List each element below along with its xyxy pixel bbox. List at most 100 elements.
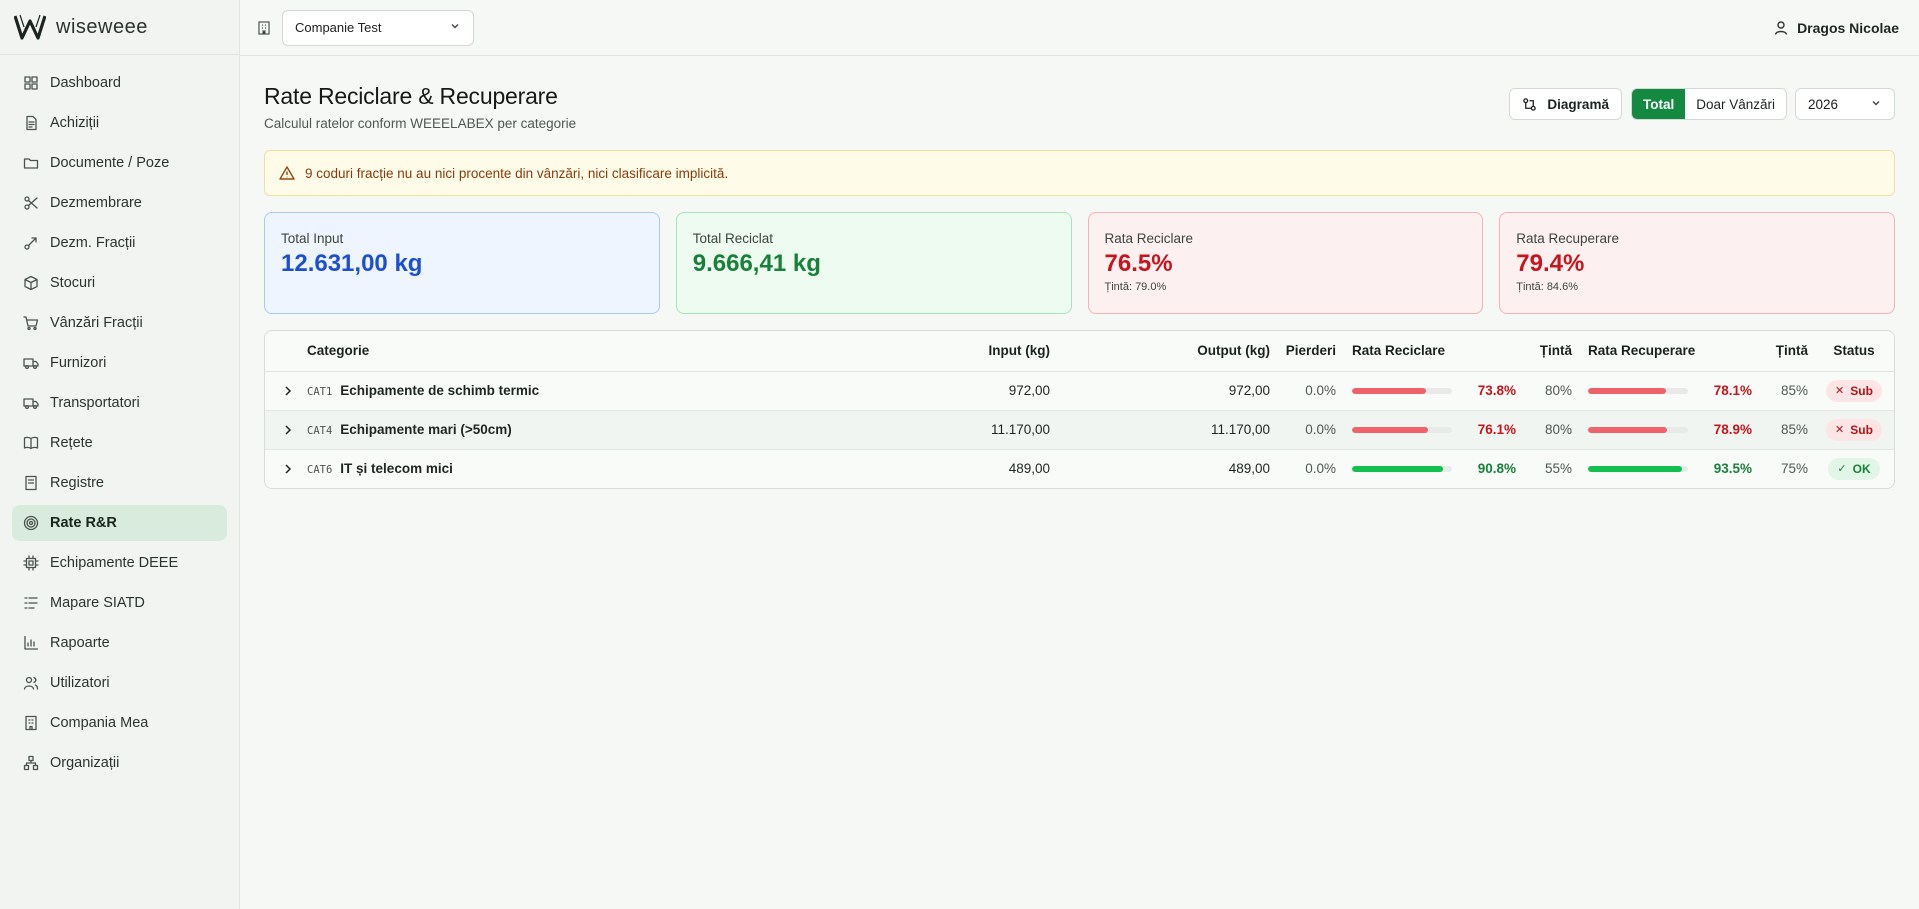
box-icon [22, 274, 40, 292]
recycling-target-value: 80% [1522, 371, 1578, 411]
sidebar-item-dezmembrare[interactable]: Dezmembrare [12, 185, 227, 221]
losses-column-header: Pierderi [1276, 331, 1342, 372]
category-code: CAT1 [307, 386, 333, 398]
sidebar-item-organizatii[interactable]: Organizații [12, 745, 227, 781]
sidebar-item-label: Utilizatori [50, 675, 110, 691]
scissors-icon [22, 194, 40, 212]
recovery-rate-value: 78.9% [1702, 410, 1758, 450]
output-value: 11.170,00 [1056, 410, 1276, 450]
user-name: Dragos Nicolae [1797, 19, 1899, 36]
table-row[interactable]: CAT1 Echipamente de schimb termic 972,00 97… [265, 371, 1894, 411]
table-header-row: Categorie Input (kg) Output (kg) Pierder… [265, 331, 1894, 372]
category-code: CAT6 [307, 464, 333, 477]
recovery-target-value: 85% [1758, 410, 1814, 450]
recycling-rate-bar-fill [1352, 465, 1443, 472]
list-icon [22, 594, 40, 612]
sidebar-item-label: Organizații [50, 755, 120, 771]
logo-icon [14, 12, 50, 42]
sidebar-item-rapoarte[interactable]: Rapoarte [12, 625, 227, 661]
card-target: Țintă: 79.0% [1104, 281, 1167, 293]
chevron-right-icon[interactable] [281, 462, 295, 476]
target-column-header: Țintă [1758, 331, 1814, 372]
company-select-value: Companie Test [295, 20, 382, 35]
recycling-pct-column-header [1466, 331, 1522, 372]
network-icon [22, 754, 40, 772]
building-icon [22, 714, 40, 732]
losses-value: 0.0% [1305, 461, 1336, 477]
recycling-rate-value: 90.8% [1477, 461, 1516, 477]
sidebar-item-retete[interactable]: Rețete [12, 425, 227, 461]
sidebar-item-dezm-fractii[interactable]: Dezm. Fracții [12, 225, 227, 261]
sidebar-item-label: Furnizori [50, 355, 107, 371]
card-value: 12.631,00 kg [281, 250, 423, 277]
sidebar-item-vanzari-fractii[interactable]: Vânzări Fracții [12, 305, 227, 341]
split-icon [22, 234, 40, 252]
recycling-rate-value: 73.8% [1466, 371, 1522, 411]
sidebar-item-rate-r-r[interactable]: Rate R&R [12, 505, 227, 541]
sidebar-item-furnizori[interactable]: Furnizori [12, 345, 227, 381]
recovery-rate-bar-fill [1588, 465, 1682, 472]
sidebar-item-label: Dezm. Fracții [50, 235, 136, 251]
table-row[interactable]: CAT4 Echipamente mari (>50cm) 11.170,00 11.… [265, 410, 1894, 450]
sales-only-toggle[interactable]: Doar Vânzări [1685, 89, 1786, 119]
company-select[interactable]: Companie Test [282, 9, 474, 46]
year-select-value: 2026 [1808, 96, 1839, 112]
target-icon [22, 514, 40, 532]
truck-icon [22, 354, 40, 372]
rates-table: Categorie Input (kg) Output (kg) Pierder… [264, 330, 1895, 489]
sidebar-item-achizitii[interactable]: Achiziții [12, 105, 227, 141]
sidebar-item-label: Registre [50, 475, 104, 491]
diagram-button[interactable]: Diagramă [1509, 88, 1622, 120]
chevron-right-icon[interactable] [281, 423, 295, 437]
sidebar-item-stocuri[interactable]: Stocuri [12, 265, 227, 301]
sidebar-item-dashboard[interactable]: Dashboard [12, 65, 227, 101]
sidebar-item-mapare-siatd[interactable]: Mapare SIATD [12, 585, 227, 621]
sidebar-item-label: Compania Mea [50, 715, 149, 731]
sidebar-item-registre[interactable]: Registre [12, 465, 227, 501]
recovery-target-value: 75% [1780, 461, 1808, 477]
page-subtitle: Calculul ratelor conform WEEELABEX per c… [264, 116, 577, 131]
recovery-rate-bar [1588, 465, 1688, 472]
warning-alert: 9 coduri fracție nu au nici procente din… [264, 150, 1895, 196]
sidebar-item-echipamente-deee[interactable]: Echipamente DEEE [12, 545, 227, 581]
sidebar-item-utilizatori[interactable]: Utilizatori [12, 665, 227, 701]
target-column-header: Țintă [1522, 331, 1578, 372]
year-select[interactable]: 2026 [1795, 88, 1895, 120]
chip-icon [22, 554, 40, 572]
recovery-rate-column-header: Rata Recuperare [1578, 331, 1702, 372]
sidebar-item-label: Transportatori [50, 395, 140, 411]
output-value: 972,00 [1056, 371, 1276, 411]
total-recycled-card: Total Reciclat 9.666,41 kg [675, 212, 1072, 314]
close-icon: ✕ [1835, 424, 1845, 436]
status-text: OK [1852, 461, 1871, 476]
workflow-icon [1523, 97, 1537, 111]
table-row[interactable]: CAT6 IT și telecom mici 489,00 489,00 0.0% 90… [265, 449, 1894, 488]
user-menu[interactable]: Dragos Nicolae [1773, 20, 1899, 36]
card-label: Rata Reciclare [1104, 231, 1194, 246]
total-toggle[interactable]: Total [1631, 89, 1686, 119]
sidebar-item-transportatori[interactable]: Transportatori [12, 385, 227, 421]
chart-icon [22, 634, 40, 652]
input-value: 489,00 [1008, 461, 1050, 477]
sidebar-item-label: Mapare SIATD [50, 595, 145, 611]
losses-value: 0.0% [1276, 371, 1342, 411]
card-label: Total Reciclat [692, 231, 774, 246]
brand-name: wiseweee [56, 15, 148, 38]
sidebar-item-label: Dashboard [50, 75, 121, 91]
recycling-rate-bar [1352, 426, 1452, 433]
sidebar-item-documente-poze[interactable]: Documente / Poze [12, 145, 227, 181]
chevron-right-icon[interactable] [281, 384, 295, 398]
recycling-rate-value: 76.1% [1466, 410, 1522, 450]
input-column-header: Input (kg) [936, 331, 1056, 372]
sidebar-item-compania-mea[interactable]: Compania Mea [12, 705, 227, 741]
status-column-header: Status [1814, 331, 1894, 372]
brand[interactable]: wiseweee [0, 0, 239, 55]
sidebar: wiseweee Dashboard Achiziții Documente / P… [0, 0, 240, 909]
chevron-down-icon [1870, 97, 1882, 112]
view-toggle: Total Doar Vânzări [1630, 88, 1787, 120]
card-value: 9.666,41 kg [692, 250, 821, 277]
document-icon [22, 114, 40, 132]
sidebar-item-label: Echipamente DEEE [50, 555, 179, 571]
input-value: 11.170,00 [936, 410, 1056, 450]
output-column-header: Output (kg) [1056, 331, 1276, 372]
